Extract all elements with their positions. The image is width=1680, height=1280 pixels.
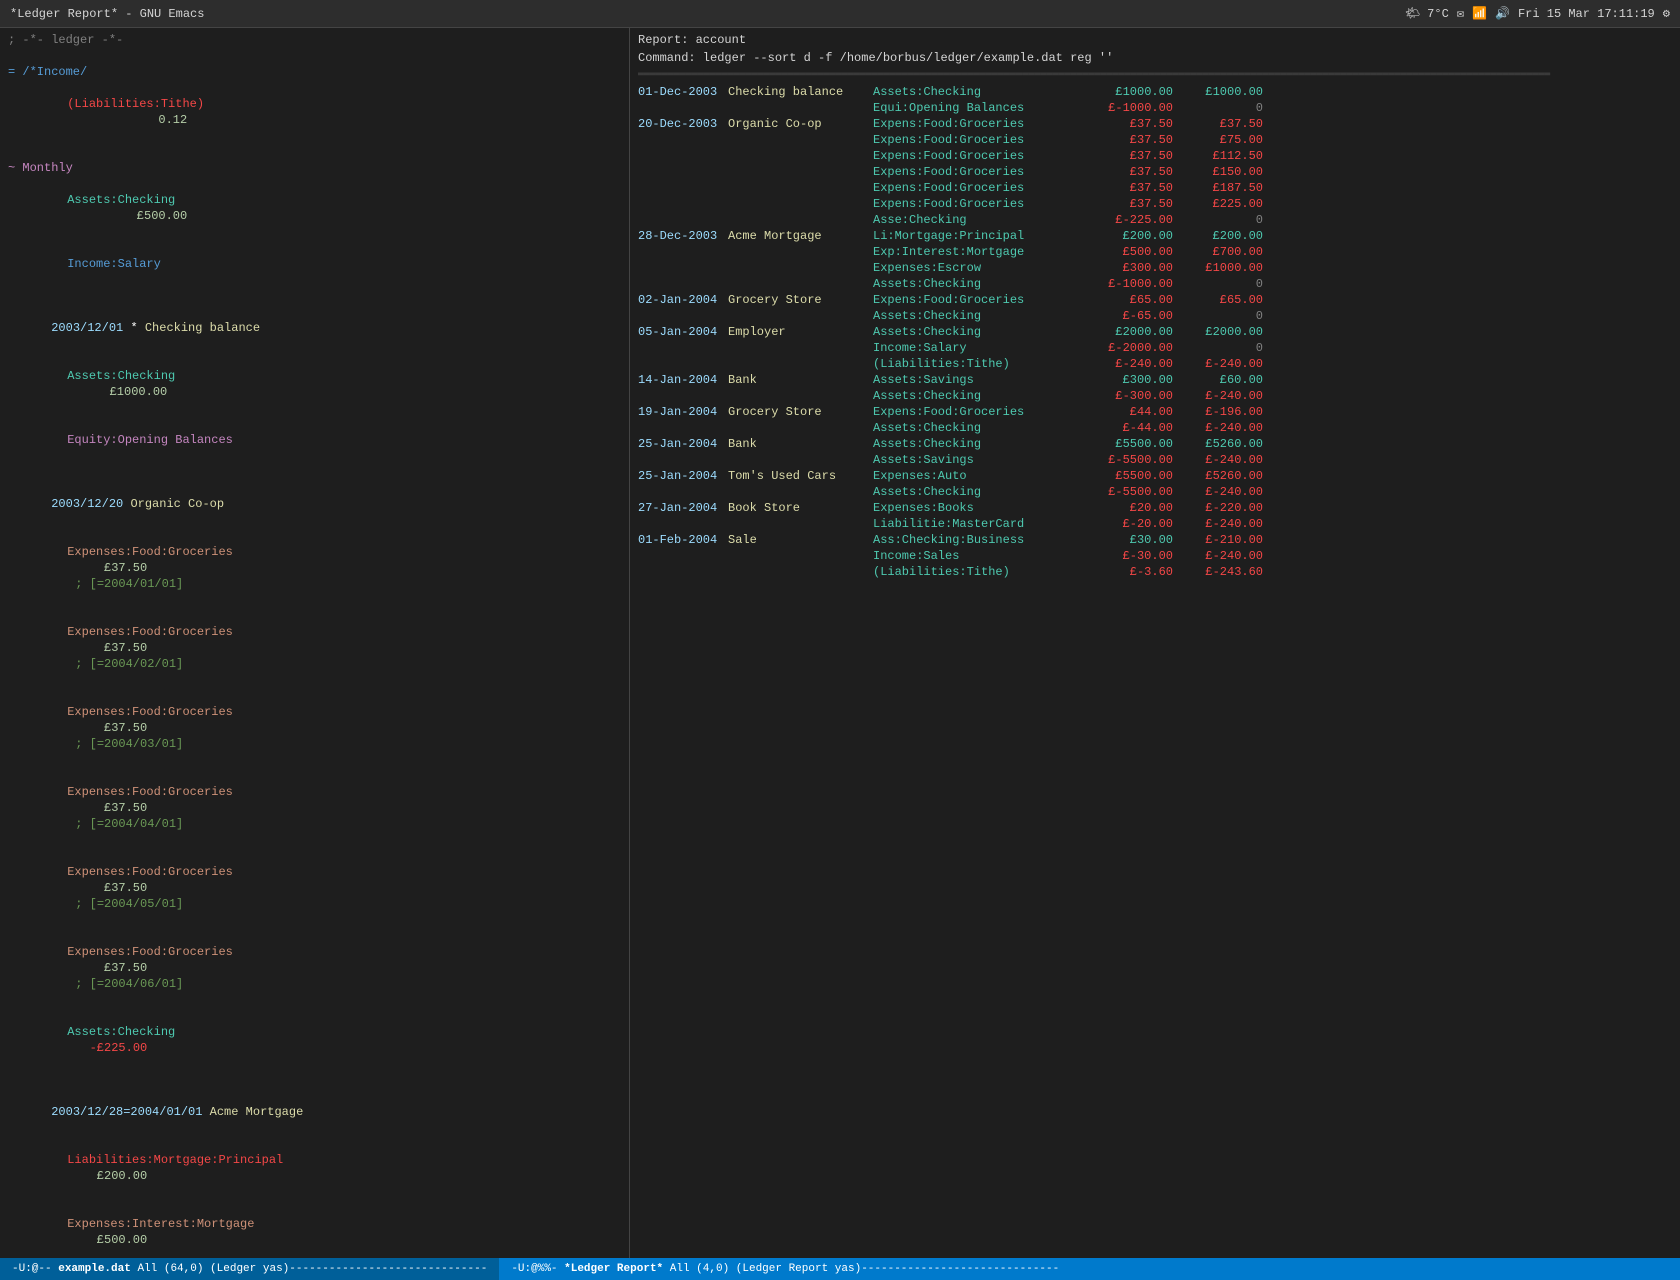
report-row: Expens:Food:Groceries£37.50£75.00: [638, 132, 1672, 148]
titlebar: *Ledger Report* - GNU Emacs 🌤 7°C ✉ 📶 🔊 …: [0, 0, 1680, 28]
report-row: Equi:Opening Balances£-1000.000: [638, 100, 1672, 116]
report-row: Assets:Checking£-1000.000: [638, 276, 1672, 292]
status-left-text: -U:@-- example.dat All (64,0) (Ledger ya…: [12, 1263, 487, 1275]
tx2-header: 2003/12/20 Organic Co-op: [8, 480, 621, 528]
report-command: Command: ledger --sort d -f /home/borbus…: [638, 50, 1672, 66]
report-row: 25-Jan-2004BankAssets:Checking£5500.00£5…: [638, 436, 1672, 452]
report-row: Assets:Checking£-300.00£-240.00: [638, 388, 1672, 404]
report-row: Assets:Checking£-44.00£-240.00: [638, 420, 1672, 436]
income-salary-monthly: Income:Salary: [8, 240, 621, 288]
report-separator: ════════════════════════════════════════…: [638, 68, 1672, 84]
report-row: Assets:Checking£-65.000: [638, 308, 1672, 324]
tx3-line1: Liabilities:Mortgage:Principal £200.00: [8, 1136, 621, 1200]
report-row: 02-Jan-2004Grocery StoreExpens:Food:Groc…: [638, 292, 1672, 308]
empty-line: [8, 48, 621, 64]
report-row: 01-Feb-2004SaleAss:Checking:Business£30.…: [638, 532, 1672, 548]
report-label: Report: account: [638, 32, 1672, 48]
report-row: 05-Jan-2004EmployerAssets:Checking£2000.…: [638, 324, 1672, 340]
liabilities-tithe-line: (Liabilities:Tithe) 0.12: [8, 80, 621, 144]
tx1-line1: Assets:Checking £1000.00: [8, 352, 621, 416]
report-row: 19-Jan-2004Grocery StoreExpens:Food:Groc…: [638, 404, 1672, 420]
status-left: -U:@-- example.dat All (64,0) (Ledger ya…: [0, 1258, 499, 1280]
income-section-header: = /*Income/: [8, 64, 621, 80]
editor-buffer[interactable]: ; -*- ledger -*- = /*Income/ (Liabilitie…: [0, 28, 630, 1258]
empty-line2: [8, 144, 621, 160]
status-right-text: -U:@%%- *Ledger Report* All (4,0) (Ledge…: [511, 1263, 1059, 1275]
report-table: 01-Dec-2003Checking balanceAssets:Checki…: [638, 84, 1672, 580]
report-row: Expens:Food:Groceries£37.50£225.00: [638, 196, 1672, 212]
ledger-report-buffer[interactable]: Report: account Command: ledger --sort d…: [630, 28, 1680, 1258]
report-row: (Liabilities:Tithe)£-240.00£-240.00: [638, 356, 1672, 372]
report-row: Liabilitie:MasterCard£-20.00£-240.00: [638, 516, 1672, 532]
report-row: Expenses:Escrow£300.00£1000.00: [638, 260, 1672, 276]
statusbar: -U:@-- example.dat All (64,0) (Ledger ya…: [0, 1258, 1680, 1280]
tx3-line2: Expenses:Interest:Mortgage £500.00: [8, 1200, 621, 1258]
status-right: -U:@%%- *Ledger Report* All (4,0) (Ledge…: [499, 1258, 1680, 1280]
report-row: Asse:Checking£-225.000: [638, 212, 1672, 228]
tx2-line3: Expenses:Food:Groceries £37.50 ; [=2004/…: [8, 688, 621, 768]
report-row: 27-Jan-2004Book StoreExpenses:Books£20.0…: [638, 500, 1672, 516]
empty-line3: [8, 288, 621, 304]
report-row: (Liabilities:Tithe)£-3.60£-243.60: [638, 564, 1672, 580]
volume-icon: 🔊: [1495, 6, 1510, 21]
empty-line4: [8, 464, 621, 480]
monthly-header: ~ Monthly: [8, 160, 621, 176]
tx2-line2: Expenses:Food:Groceries £37.50 ; [=2004/…: [8, 608, 621, 688]
network-icon: 📶: [1472, 6, 1487, 21]
datetime: Fri 15 Mar 17:11:19: [1518, 7, 1655, 21]
tx2-line4: Expenses:Food:Groceries £37.50 ; [=2004/…: [8, 768, 621, 848]
report-row: Expens:Food:Groceries£37.50£112.50: [638, 148, 1672, 164]
tx2-line1: Expenses:Food:Groceries £37.50 ; [=2004/…: [8, 528, 621, 608]
settings-icon[interactable]: ⚙: [1663, 6, 1670, 21]
main-content: ; -*- ledger -*- = /*Income/ (Liabilitie…: [0, 28, 1680, 1258]
tx1-header: 2003/12/01 * Checking balance: [8, 304, 621, 352]
report-row: Income:Sales£-30.00£-240.00: [638, 548, 1672, 564]
mail-icon: ✉: [1457, 6, 1464, 21]
report-row: Assets:Checking£-5500.00£-240.00: [638, 484, 1672, 500]
tx2-line6: Expenses:Food:Groceries £37.50 ; [=2004/…: [8, 928, 621, 1008]
report-row: 25-Jan-2004Tom's Used CarsExpenses:Auto£…: [638, 468, 1672, 484]
directive-line: ; -*- ledger -*-: [8, 32, 621, 48]
report-row: 28-Dec-2003Acme MortgageLi:Mortgage:Prin…: [638, 228, 1672, 244]
tx1-line2: Equity:Opening Balances: [8, 416, 621, 464]
window-title: *Ledger Report* - GNU Emacs: [10, 7, 204, 21]
report-row: 14-Jan-2004BankAssets:Savings£300.00£60.…: [638, 372, 1672, 388]
titlebar-right: 🌤 7°C ✉ 📶 🔊 Fri 15 Mar 17:11:19 ⚙: [1405, 6, 1670, 21]
tx2-line7: Assets:Checking -£225.00: [8, 1008, 621, 1072]
report-row: 01-Dec-2003Checking balanceAssets:Checki…: [638, 84, 1672, 100]
tx2-line5: Expenses:Food:Groceries £37.50 ; [=2004/…: [8, 848, 621, 928]
report-row: Income:Salary£-2000.000: [638, 340, 1672, 356]
assets-checking-monthly: Assets:Checking £500.00: [8, 176, 621, 240]
report-row: Expens:Food:Groceries£37.50£187.50: [638, 180, 1672, 196]
empty-line5: [8, 1072, 621, 1088]
weather-icon: 🌤 7°C: [1405, 6, 1449, 21]
report-row: 20-Dec-2003Organic Co-opExpens:Food:Groc…: [638, 116, 1672, 132]
tx3-header: 2003/12/28=2004/01/01 Acme Mortgage: [8, 1088, 621, 1136]
report-row: Assets:Savings£-5500.00£-240.00: [638, 452, 1672, 468]
report-row: Exp:Interest:Mortgage£500.00£700.00: [638, 244, 1672, 260]
report-row: Expens:Food:Groceries£37.50£150.00: [638, 164, 1672, 180]
